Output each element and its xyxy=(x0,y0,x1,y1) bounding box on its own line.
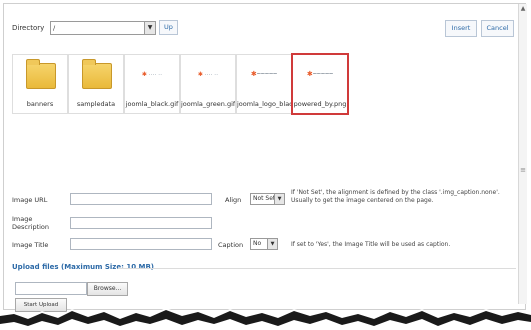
joomla-logo-icon: ✱~~~~~ xyxy=(250,71,278,78)
image-thumbnail-joomla-black[interactable]: ✱ ···· ·· joomla_black.gif xyxy=(124,54,180,114)
section-divider xyxy=(118,268,516,269)
insert-button[interactable]: Insert xyxy=(445,20,477,37)
up-button[interactable]: Up xyxy=(159,20,178,35)
caption-select[interactable]: No ▼ xyxy=(250,238,278,250)
align-value: Not Set xyxy=(253,195,276,202)
image-url-input[interactable] xyxy=(70,193,212,205)
image-thumbnail-powered-by[interactable]: ✱~~~~~ powered_by.png xyxy=(291,53,349,115)
directory-select[interactable]: / ▼ xyxy=(50,21,156,35)
thumbnail-caption: sampledata xyxy=(76,100,116,108)
thumbnail-caption: joomla_logo_blac xyxy=(237,100,291,108)
scroll-up-arrow-icon[interactable]: ▲ xyxy=(519,6,527,12)
image-description-label: Image Description xyxy=(12,215,50,231)
caption-value: No xyxy=(253,240,262,247)
joomla-logo-icon: ✱ ···· ·· xyxy=(141,72,163,78)
image-url-label: Image URL xyxy=(12,196,48,204)
align-help-text: If 'Not Set', the alignment is defined b… xyxy=(291,189,500,204)
thumbnail-caption: joomla_black.gif xyxy=(125,100,179,108)
folder-thumbnail-sampledata[interactable]: sampledata xyxy=(68,54,124,114)
directory-label: Directory xyxy=(12,24,45,32)
folder-icon xyxy=(82,59,112,89)
folder-thumbnail-banners[interactable]: banners xyxy=(12,54,68,114)
browse-button[interactable]: Browse... xyxy=(87,282,128,296)
directory-value: / xyxy=(53,24,56,32)
image-title-input[interactable] xyxy=(70,238,212,250)
joomla-logo-icon: ✱~~~~~ xyxy=(306,71,334,78)
image-thumbnail-joomla-green[interactable]: ✱ ···· ·· joomla_green.gif xyxy=(180,54,236,114)
thumbnail-caption: powered_by.png xyxy=(293,100,347,108)
thumbnail-caption: banners xyxy=(26,100,54,108)
joomla-logo-icon: ✱ ···· ·· xyxy=(197,72,219,78)
caption-label: Caption xyxy=(218,241,244,249)
vertical-scrollbar[interactable]: ▲ ≡ xyxy=(518,4,527,304)
image-title-label: Image Title xyxy=(12,241,49,249)
chevron-down-icon[interactable]: ▼ xyxy=(267,239,277,249)
align-select[interactable]: Not Set ▼ xyxy=(250,193,285,205)
folder-icon xyxy=(26,59,56,89)
thumbnail-caption: joomla_green.gif xyxy=(181,100,235,108)
upload-section-title: Upload files (Maximum Size: 10 MB) xyxy=(12,263,155,271)
cancel-button[interactable]: Cancel xyxy=(481,20,514,37)
upload-file-input[interactable] xyxy=(15,282,87,295)
caption-help-text: If set to 'Yes', the Image Title will be… xyxy=(291,241,451,248)
image-thumbnail-joomla-logo[interactable]: ✱~~~~~ joomla_logo_blac xyxy=(236,54,292,114)
scroll-grip-icon[interactable]: ≡ xyxy=(520,166,526,174)
chevron-down-icon[interactable]: ▼ xyxy=(144,22,155,34)
chevron-down-icon[interactable]: ▼ xyxy=(274,194,284,204)
align-label: Align xyxy=(225,196,242,204)
torn-edge-decoration xyxy=(0,308,531,330)
image-description-input[interactable] xyxy=(70,217,212,229)
